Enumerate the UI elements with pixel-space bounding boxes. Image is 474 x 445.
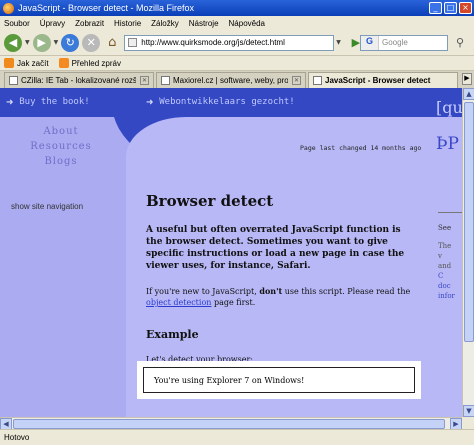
search-input[interactable]: G Google — [360, 34, 448, 51]
para-text: If you're new to JavaScript, — [146, 287, 260, 296]
bookmark-label: Jak začít — [17, 58, 49, 68]
search-icon[interactable]: ⚲ — [452, 35, 468, 51]
right-col-text: v — [438, 252, 442, 260]
object-detection-link[interactable]: object detection — [146, 298, 211, 307]
search-engine-icon[interactable]: G — [361, 35, 379, 50]
forward-icon[interactable]: ▶ — [32, 33, 51, 52]
close-button[interactable]: × — [459, 2, 472, 14]
article: Browser detect A useful but often overra… — [146, 192, 416, 364]
tab-browser-detect[interactable]: JavaScript - Browser detect — [308, 72, 458, 88]
vertical-scroll-thumb[interactable] — [464, 102, 474, 342]
back-history-icon[interactable]: ▼ — [25, 39, 30, 46]
search-placeholder: Google — [382, 38, 408, 47]
show-site-navigation-link[interactable]: show site navigation — [11, 202, 83, 211]
nav-blogs[interactable]: Blogs — [28, 154, 94, 169]
forward-history-icon[interactable]: ▼ — [54, 39, 59, 46]
url-text: http://www.quirksmode.org/js/detect.html — [141, 38, 285, 47]
ad-label: Webontwikkelaars gezocht! — [159, 97, 295, 107]
nav-resources[interactable]: Resources — [28, 139, 94, 154]
example-intro: Let's detect your browser: — [146, 355, 253, 364]
bookmark-label: Přehled zpráv — [71, 58, 121, 68]
lead-paragraph: A useful but often overrated JavaScript … — [146, 225, 405, 271]
close-tab-icon[interactable]: ✕ — [140, 76, 149, 85]
detection-result: You're using Explorer 7 on Windows! — [137, 361, 421, 399]
menu-file[interactable]: Soubor — [4, 19, 30, 28]
right-column: See The v and C doc infor — [438, 212, 462, 301]
tab-favicon-icon — [161, 76, 170, 85]
back-icon[interactable]: ◀ — [4, 33, 22, 52]
ad-jobs[interactable]: ➜ Webontwikkelaars gezocht! — [146, 95, 295, 109]
menu-bar: Soubor Úpravy Zobrazit Historie Záložky … — [0, 16, 474, 30]
rss-icon — [58, 58, 69, 68]
ad-buy-book[interactable]: ➜ Buy the book! — [6, 95, 90, 109]
scroll-corner — [462, 417, 474, 429]
menu-history[interactable]: Historie — [114, 19, 141, 28]
site-nav: About Resources Blogs — [28, 124, 94, 169]
tab-favicon-icon — [313, 76, 322, 85]
reload-icon[interactable]: ↻ — [61, 33, 80, 52]
title-bar: JavaScript - Browser detect - Mozilla Fi… — [0, 0, 474, 16]
page-viewport: ➜ Buy the book! ➜ Webontwikkelaars gezoc… — [0, 88, 462, 417]
right-col-link[interactable]: doc — [438, 281, 462, 291]
ad-label: Buy the book! — [19, 97, 90, 107]
tab-czilla[interactable]: CZilla: IE Tab - lokalizované rozšíření … — [4, 72, 154, 88]
bookmark-getting-started[interactable]: Jak začít — [4, 58, 49, 68]
minimize-button[interactable]: _ — [429, 2, 442, 14]
tab-label: CZilla: IE Tab - lokalizované rozšíření — [21, 76, 136, 85]
tab-list-icon[interactable]: ▶ — [462, 73, 472, 85]
tab-maxiorel[interactable]: Maxiorel.cz | software, weby, progr... ✕ — [156, 72, 306, 88]
para-strong: don't — [259, 286, 283, 296]
divider — [438, 212, 462, 213]
maximize-button[interactable]: □ — [444, 2, 457, 14]
last-changed: Page last changed 14 months ago — [300, 144, 422, 152]
para-text: use this script. Please read the — [282, 287, 411, 296]
tab-favicon-icon — [9, 76, 18, 85]
example-heading: Example — [146, 328, 199, 341]
menu-tools[interactable]: Nástroje — [189, 19, 219, 28]
home-icon[interactable]: ⌂ — [103, 34, 121, 52]
scroll-down-icon[interactable]: ▼ — [463, 405, 474, 417]
menu-help[interactable]: Nápověda — [229, 19, 265, 28]
bookmark-news[interactable]: Přehled zpráv — [58, 58, 121, 68]
right-col-text: See — [438, 224, 452, 232]
status-bar: Hotovo — [0, 429, 474, 445]
tab-strip: CZilla: IE Tab - lokalizované rozšíření … — [0, 71, 474, 88]
menu-view[interactable]: Zobrazit — [75, 19, 104, 28]
menu-edit[interactable]: Úpravy — [40, 19, 65, 28]
right-col-text: The — [438, 242, 452, 250]
firefox-icon — [3, 2, 14, 14]
bookmarks-toolbar: Jak začít Přehled zpráv — [0, 56, 474, 71]
right-col-link[interactable]: infor — [438, 291, 462, 301]
right-col-text: and — [438, 262, 452, 270]
horizontal-scroll-thumb[interactable] — [13, 419, 445, 429]
vertical-scrollbar[interactable]: ▲ ▼ — [462, 88, 474, 417]
site-logo-fragment: ÞP — [436, 134, 459, 154]
nav-about[interactable]: About — [28, 124, 94, 139]
arrow-right-icon: ➜ — [6, 95, 14, 109]
horizontal-scrollbar[interactable]: ◀ ▶ — [0, 417, 462, 430]
tab-label: JavaScript - Browser detect — [325, 76, 431, 85]
site-favicon-icon — [128, 38, 138, 47]
right-col-link[interactable]: C — [438, 271, 462, 281]
arrow-right-icon: ➜ — [146, 95, 154, 109]
intro-paragraph: If you're new to JavaScript, don't use t… — [146, 286, 416, 308]
firefox-icon — [4, 58, 14, 68]
window-title: JavaScript - Browser detect - Mozilla Fi… — [18, 3, 195, 13]
scroll-up-icon[interactable]: ▲ — [463, 88, 474, 100]
status-text: Hotovo — [4, 433, 30, 442]
url-dropdown-icon[interactable]: ▼ — [336, 39, 341, 46]
close-tab-icon[interactable]: ✕ — [292, 76, 301, 85]
page-title: Browser detect — [146, 192, 274, 210]
url-bar[interactable]: http://www.quirksmode.org/js/detect.html — [124, 34, 335, 51]
stop-icon[interactable]: ✕ — [82, 33, 101, 52]
menu-bookmarks[interactable]: Záložky — [151, 19, 179, 28]
para-text: page first. — [211, 298, 256, 307]
tab-label: Maxiorel.cz | software, weby, progr... — [173, 76, 288, 85]
navigation-toolbar: ◀ ▼ ▶ ▼ ↻ ✕ ⌂ http://www.quirksmode.org/… — [0, 30, 474, 56]
site-logo[interactable]: [qu — [436, 98, 462, 117]
